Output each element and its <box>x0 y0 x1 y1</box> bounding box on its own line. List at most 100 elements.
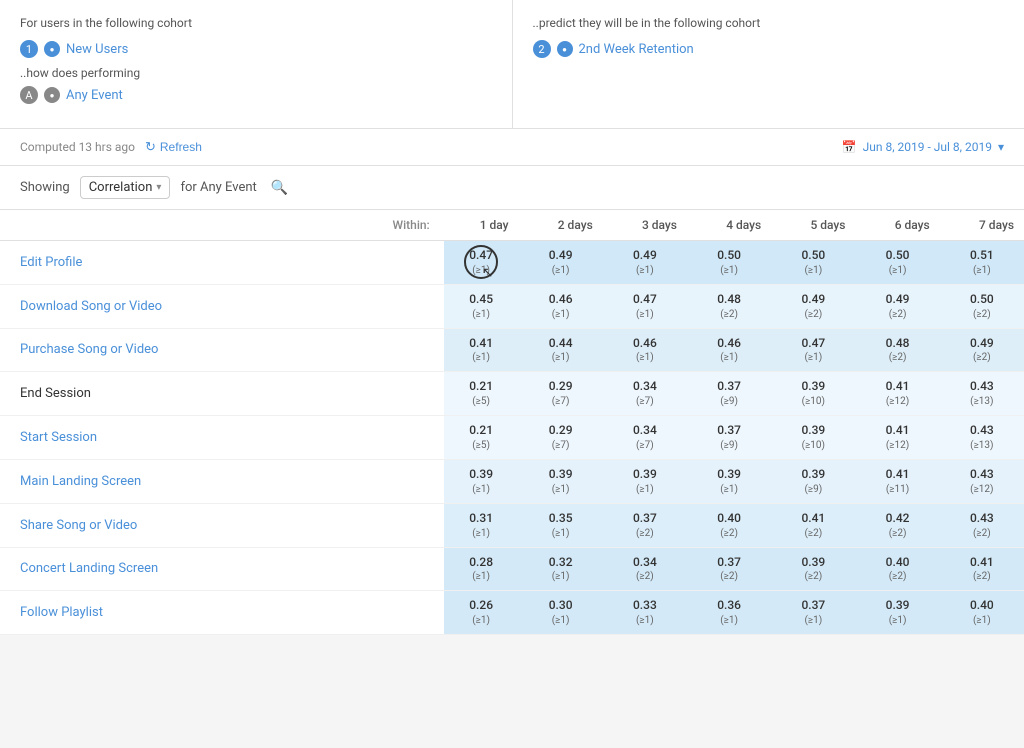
data-cell[interactable]: 0.47(≥1) <box>603 284 687 328</box>
cell-sub-value: (≥7) <box>613 395 677 409</box>
top-left-cohort: For users in the following cohort 1 New … <box>0 0 513 128</box>
data-cell[interactable]: 0.31(≥1) <box>444 503 519 547</box>
data-cell[interactable]: 0.21(≥5) <box>444 416 519 460</box>
event-name-link[interactable]: Download Song or Video <box>20 299 162 314</box>
cell-sub-value: (≥10) <box>781 395 845 409</box>
data-cell[interactable]: 0.40(≥2) <box>855 547 939 591</box>
data-cell[interactable]: 0.37(≥1) <box>771 591 855 635</box>
data-cell[interactable]: 0.48(≥2) <box>687 284 771 328</box>
data-cell[interactable]: 0.21(≥5) <box>444 372 519 416</box>
cell-sub-value: (≥1) <box>529 483 593 497</box>
data-cell[interactable]: 0.47(≥1) <box>771 328 855 372</box>
data-cell[interactable]: 0.37(≥2) <box>603 503 687 547</box>
event-name-link[interactable]: Edit Profile <box>20 255 82 270</box>
event-name-link[interactable]: Concert Landing Screen <box>20 561 158 576</box>
data-cell[interactable]: 0.41(≥2) <box>940 547 1024 591</box>
data-cell[interactable]: 0.46(≥1) <box>603 328 687 372</box>
data-cell[interactable]: 0.43(≥13) <box>940 416 1024 460</box>
cell-sub-value: (≥11) <box>865 483 929 497</box>
cell-main-value: 0.32 <box>529 554 593 571</box>
cell-main-value: 0.50 <box>865 247 929 264</box>
col-header-6days: 6 days <box>855 210 939 241</box>
cell-main-value: 0.43 <box>950 510 1014 527</box>
cell-main-value: 0.40 <box>697 510 761 527</box>
event-name-link[interactable]: Follow Playlist <box>20 605 103 620</box>
col-header-5days: 5 days <box>771 210 855 241</box>
data-cell[interactable]: 0.41(≥12) <box>855 372 939 416</box>
data-cell[interactable]: 0.47(≥1)↖ <box>444 241 519 285</box>
correlation-table: Within: 1 day 2 days 3 days 4 days 5 day… <box>0 210 1024 635</box>
data-cell[interactable]: 0.41(≥12) <box>855 416 939 460</box>
data-cell[interactable]: 0.30(≥1) <box>519 591 603 635</box>
cell-sub-value: (≥12) <box>950 483 1014 497</box>
event-name-link[interactable]: Share Song or Video <box>20 518 137 533</box>
data-cell[interactable]: 0.43(≥2) <box>940 503 1024 547</box>
data-cell[interactable]: 0.50(≥2) <box>940 284 1024 328</box>
correlation-dropdown[interactable]: Correlation ▾ <box>80 176 171 199</box>
data-cell[interactable]: 0.37(≥2) <box>687 547 771 591</box>
data-cell[interactable]: 0.37(≥9) <box>687 416 771 460</box>
data-cell[interactable]: 0.49(≥2) <box>855 284 939 328</box>
cell-sub-value: (≥5) <box>454 395 509 409</box>
data-cell[interactable]: 0.39(≥1) <box>519 459 603 503</box>
data-cell[interactable]: 0.49(≥1) <box>519 241 603 285</box>
performing-label: ..how does performing <box>20 66 492 80</box>
data-cell[interactable]: 0.48(≥2) <box>855 328 939 372</box>
data-cell[interactable]: 0.39(≥2) <box>771 547 855 591</box>
data-cell[interactable]: 0.26(≥1) <box>444 591 519 635</box>
data-cell[interactable]: 0.39(≥9) <box>771 459 855 503</box>
cell-sub-value: (≥1) <box>454 483 509 497</box>
data-table-wrapper: Within: 1 day 2 days 3 days 4 days 5 day… <box>0 210 1024 635</box>
cell-sub-value: (≥1) <box>781 264 845 278</box>
data-cell[interactable]: 0.42(≥2) <box>855 503 939 547</box>
data-cell[interactable]: 0.51(≥1) <box>940 241 1024 285</box>
data-cell[interactable]: 0.28(≥1) <box>444 547 519 591</box>
data-cell[interactable]: 0.44(≥1) <box>519 328 603 372</box>
event-name-link[interactable]: Purchase Song or Video <box>20 342 158 357</box>
cell-main-value: 0.50 <box>781 247 845 264</box>
data-cell[interactable]: 0.49(≥2) <box>771 284 855 328</box>
data-cell[interactable]: 0.50(≥1) <box>855 241 939 285</box>
data-cell[interactable]: 0.34(≥7) <box>603 416 687 460</box>
date-range-area[interactable]: 📅 Jun 8, 2019 - Jul 8, 2019 ▾ <box>842 140 1004 154</box>
data-cell[interactable]: 0.37(≥9) <box>687 372 771 416</box>
data-cell[interactable]: 0.41(≥11) <box>855 459 939 503</box>
data-cell[interactable]: 0.45(≥1) <box>444 284 519 328</box>
data-cell[interactable]: 0.41(≥2) <box>771 503 855 547</box>
data-cell[interactable]: 0.39(≥1) <box>444 459 519 503</box>
data-cell[interactable]: 0.32(≥1) <box>519 547 603 591</box>
cell-main-value: 0.26 <box>454 597 509 614</box>
refresh-button[interactable]: ↻ Refresh <box>145 139 202 155</box>
new-users-link[interactable]: New Users <box>66 42 128 57</box>
data-cell[interactable]: 0.36(≥1) <box>687 591 771 635</box>
data-cell[interactable]: 0.39(≥10) <box>771 372 855 416</box>
data-cell[interactable]: 0.33(≥1) <box>603 591 687 635</box>
data-cell[interactable]: 0.34(≥7) <box>603 372 687 416</box>
event-name-link[interactable]: Main Landing Screen <box>20 474 141 489</box>
data-cell[interactable]: 0.43(≥13) <box>940 372 1024 416</box>
data-cell[interactable]: 0.46(≥1) <box>519 284 603 328</box>
data-cell[interactable]: 0.39(≥1) <box>855 591 939 635</box>
data-cell[interactable]: 0.49(≥1) <box>603 241 687 285</box>
any-event-link[interactable]: Any Event <box>66 88 123 103</box>
data-cell[interactable]: 0.34(≥2) <box>603 547 687 591</box>
data-cell[interactable]: 0.46(≥1) <box>687 328 771 372</box>
data-cell[interactable]: 0.40(≥1) <box>940 591 1024 635</box>
cell-sub-value: (≥2) <box>781 570 845 584</box>
data-cell[interactable]: 0.39(≥1) <box>687 459 771 503</box>
retention-link[interactable]: 2nd Week Retention <box>579 42 694 57</box>
data-cell[interactable]: 0.29(≥7) <box>519 416 603 460</box>
search-icon[interactable]: 🔍 <box>267 178 292 198</box>
event-name-link[interactable]: Start Session <box>20 430 97 445</box>
data-cell[interactable]: 0.39(≥1) <box>603 459 687 503</box>
data-cell[interactable]: 0.39(≥10) <box>771 416 855 460</box>
data-cell[interactable]: 0.43(≥12) <box>940 459 1024 503</box>
data-cell[interactable]: 0.50(≥1) <box>771 241 855 285</box>
data-cell[interactable]: 0.50(≥1) <box>687 241 771 285</box>
data-cell[interactable]: 0.29(≥7) <box>519 372 603 416</box>
data-cell[interactable]: 0.35(≥1) <box>519 503 603 547</box>
data-cell[interactable]: 0.49(≥2) <box>940 328 1024 372</box>
data-cell[interactable]: 0.41(≥1) <box>444 328 519 372</box>
cell-main-value: 0.49 <box>865 291 929 308</box>
data-cell[interactable]: 0.40(≥2) <box>687 503 771 547</box>
